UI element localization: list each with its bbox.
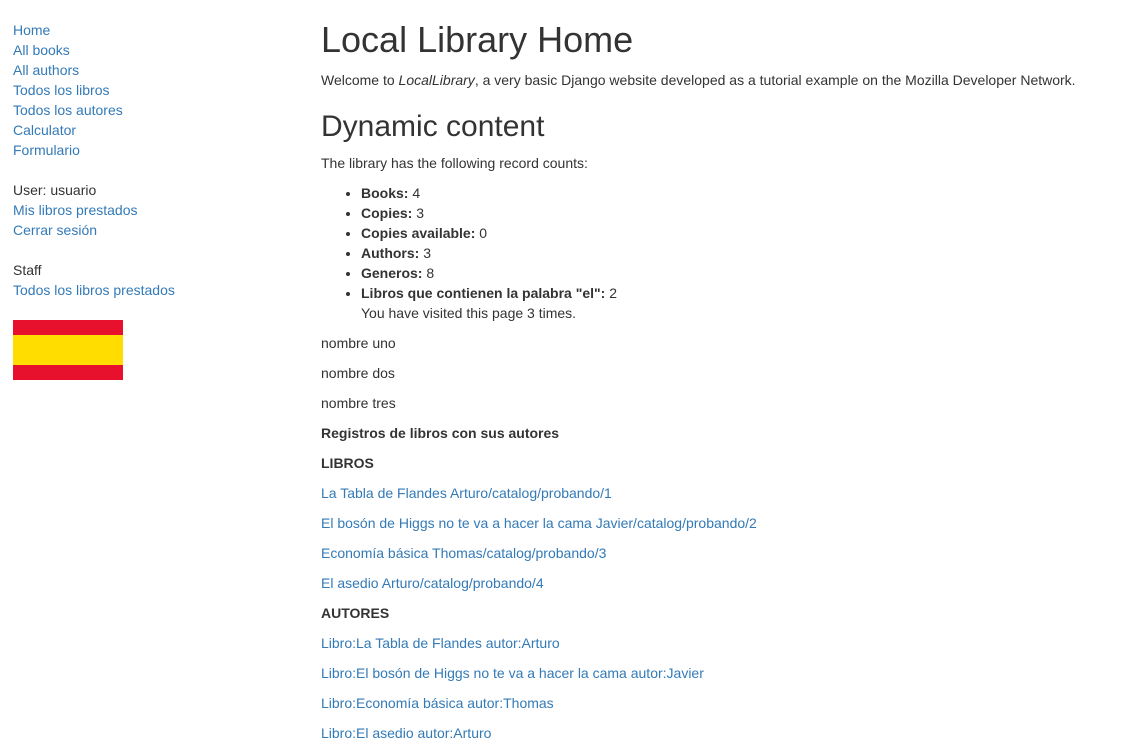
count-item-generos: Generos: 8 bbox=[361, 263, 1131, 283]
records-heading-text: Registros de libros con sus autores bbox=[321, 425, 560, 441]
visit-counter: You have visited this page 3 times. bbox=[361, 305, 577, 321]
count-label: Authors: bbox=[361, 245, 420, 261]
sidebar-spacer bbox=[13, 160, 303, 180]
main-content: Local Library Home Welcome to LocalLibra… bbox=[321, 0, 1131, 753]
book-link[interactable]: Economía básica Thomas/catalog/probando/… bbox=[321, 545, 606, 561]
records-heading: Registros de libros con sus autores bbox=[321, 423, 1131, 443]
welcome-text: Welcome to LocalLibrary, a very basic Dj… bbox=[321, 70, 1131, 90]
calculator-link[interactable]: Calculator bbox=[13, 122, 76, 138]
name-item: nombre tres bbox=[321, 395, 396, 411]
staff-label: Staff bbox=[13, 262, 42, 278]
count-label: Libros que contienen la palabra "el": bbox=[361, 285, 606, 301]
todos-los-autores-link[interactable]: Todos los autores bbox=[13, 102, 123, 118]
book-link[interactable]: El bosón de Higgs no te va a hacer la ca… bbox=[321, 515, 757, 531]
books-heading-text: LIBROS bbox=[321, 455, 374, 471]
author-link[interactable]: Libro:La Tabla de Flandes autor:Arturo bbox=[321, 635, 560, 651]
authors-heading: AUTORES bbox=[321, 603, 1131, 623]
counts-intro: The library has the following record cou… bbox=[321, 155, 588, 171]
sidebar: Home All books All authors Todos los lib… bbox=[13, 20, 303, 380]
todos-los-libros-link[interactable]: Todos los libros bbox=[13, 82, 110, 98]
home-link[interactable]: Home bbox=[13, 22, 50, 38]
count-value: 4 bbox=[412, 185, 421, 201]
sidebar-nav: Home All books All authors Todos los lib… bbox=[13, 20, 303, 300]
count-value: 2 bbox=[609, 285, 618, 301]
site-name: LocalLibrary bbox=[398, 72, 475, 88]
user-label: User: usuario bbox=[13, 182, 97, 198]
count-value: 3 bbox=[423, 245, 432, 261]
book-row: El bosón de Higgs no te va a hacer la ca… bbox=[321, 513, 1131, 533]
author-link[interactable]: Libro:El bosón de Higgs no te va a hacer… bbox=[321, 665, 704, 681]
all-books-link[interactable]: All books bbox=[13, 42, 70, 58]
sidebar-item-all-authors: All authors bbox=[13, 60, 303, 80]
sidebar-spacer bbox=[13, 240, 303, 260]
author-row: Libro:Economía básica autor:Thomas bbox=[321, 693, 1131, 713]
welcome-suffix: , a very basic Django website developed … bbox=[474, 72, 1076, 88]
book-link[interactable]: La Tabla de Flandes Arturo/catalog/proba… bbox=[321, 485, 612, 501]
count-value: 8 bbox=[426, 265, 435, 281]
count-label: Generos: bbox=[361, 265, 423, 281]
sidebar-item-mis-libros: Mis libros prestados bbox=[13, 200, 303, 220]
dynamic-content-heading: Dynamic content bbox=[321, 110, 545, 143]
sidebar-item-todos-autores: Todos los autores bbox=[13, 100, 303, 120]
book-row: El asedio Arturo/catalog/probando/4 bbox=[321, 573, 1131, 593]
author-row: Libro:El bosón de Higgs no te va a hacer… bbox=[321, 663, 1131, 683]
welcome-prefix: Welcome to bbox=[321, 72, 399, 88]
sidebar-item-todos-prestados: Todos los libros prestados bbox=[13, 280, 303, 300]
mis-libros-prestados-link[interactable]: Mis libros prestados bbox=[13, 202, 138, 218]
author-row: Libro:La Tabla de Flandes autor:Arturo bbox=[321, 633, 1131, 653]
author-row: Libro:El asedio autor:Arturo bbox=[321, 723, 1131, 743]
cerrar-sesion-link[interactable]: Cerrar sesión bbox=[13, 222, 97, 238]
count-value: 0 bbox=[479, 225, 488, 241]
name-item: nombre uno bbox=[321, 335, 396, 351]
authors-heading-text: AUTORES bbox=[321, 605, 390, 621]
sidebar-item-all-books: All books bbox=[13, 40, 303, 60]
count-label: Books: bbox=[361, 185, 409, 201]
count-item-libros-el: Libros que contienen la palabra "el": 2 Y… bbox=[361, 283, 1131, 323]
all-authors-link[interactable]: All authors bbox=[13, 62, 79, 78]
spain-flag-icon[interactable] bbox=[13, 320, 123, 380]
sidebar-item-todos-libros: Todos los libros bbox=[13, 80, 303, 100]
sidebar-item-formulario: Formulario bbox=[13, 140, 303, 160]
count-item-books: Books: 4 bbox=[361, 183, 1131, 203]
books-heading: LIBROS bbox=[321, 453, 1131, 473]
name-item: nombre dos bbox=[321, 365, 395, 381]
count-value: 3 bbox=[416, 205, 425, 221]
page-title: Local Library Home bbox=[321, 19, 634, 60]
todos-los-libros-prestados-link[interactable]: Todos los libros prestados bbox=[13, 282, 175, 298]
book-link[interactable]: El asedio Arturo/catalog/probando/4 bbox=[321, 575, 544, 591]
count-label: Copies: bbox=[361, 205, 413, 221]
author-link[interactable]: Libro:El asedio autor:Arturo bbox=[321, 725, 491, 741]
sidebar-item-logout: Cerrar sesión bbox=[13, 220, 303, 240]
record-counts-list: Books: 4 Copies: 3 Copies available: 0 A… bbox=[321, 183, 1131, 323]
count-item-copies: Copies: 3 bbox=[361, 203, 1131, 223]
count-label: Copies available: bbox=[361, 225, 476, 241]
count-item-copies-available: Copies available: 0 bbox=[361, 223, 1131, 243]
sidebar-item-calculator: Calculator bbox=[13, 120, 303, 140]
sidebar-item-home: Home bbox=[13, 20, 303, 40]
book-row: Economía básica Thomas/catalog/probando/… bbox=[321, 543, 1131, 563]
count-item-authors: Authors: 3 bbox=[361, 243, 1131, 263]
author-link[interactable]: Libro:Economía básica autor:Thomas bbox=[321, 695, 554, 711]
formulario-link[interactable]: Formulario bbox=[13, 142, 80, 158]
book-row: La Tabla de Flandes Arturo/catalog/proba… bbox=[321, 483, 1131, 503]
